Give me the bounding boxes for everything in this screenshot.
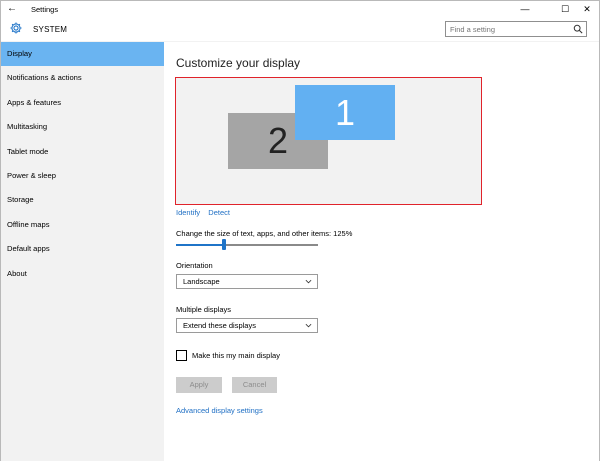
back-arrow-icon[interactable]: ← bbox=[7, 3, 17, 14]
section-title: SYSTEM bbox=[33, 25, 68, 34]
cancel-button[interactable]: Cancel bbox=[232, 377, 277, 393]
orientation-dropdown[interactable]: Landscape bbox=[176, 274, 318, 289]
close-button[interactable]: ✕ bbox=[573, 2, 600, 16]
detect-link[interactable]: Detect bbox=[208, 208, 230, 217]
scale-label: Change the size of text, apps, and other… bbox=[176, 229, 353, 238]
settings-header: SYSTEM bbox=[1, 17, 599, 41]
sidebar-nav: Display Notifications & actions Apps & f… bbox=[1, 42, 164, 461]
scale-slider-thumb[interactable] bbox=[222, 239, 227, 250]
sidebar-item-power-sleep[interactable]: Power & sleep bbox=[1, 164, 164, 188]
minimize-button[interactable]: — bbox=[511, 2, 539, 16]
settings-window: ← Settings — ☐ ✕ SYSTEM Display Notifica… bbox=[0, 0, 600, 461]
main-display-checkbox-label: Make this my main display bbox=[192, 351, 280, 360]
monitor-1[interactable]: 1 bbox=[295, 85, 395, 140]
identify-link[interactable]: Identify bbox=[176, 208, 200, 217]
main-display-checkbox[interactable] bbox=[176, 350, 187, 361]
search-icon[interactable] bbox=[573, 24, 583, 34]
chevron-down-icon bbox=[305, 323, 312, 328]
scale-slider-fill bbox=[176, 244, 225, 246]
apply-button[interactable]: Apply bbox=[176, 377, 222, 393]
sidebar-item-tablet-mode[interactable]: Tablet mode bbox=[1, 140, 164, 164]
sidebar-item-storage[interactable]: Storage bbox=[1, 188, 164, 212]
chevron-down-icon bbox=[305, 279, 312, 284]
multiple-displays-label: Multiple displays bbox=[176, 305, 232, 314]
sidebar-item-default-apps[interactable]: Default apps bbox=[1, 237, 164, 261]
gear-icon bbox=[10, 22, 22, 34]
sidebar-item-notifications[interactable]: Notifications & actions bbox=[1, 66, 164, 90]
display-arrangement: 2 1 bbox=[175, 77, 482, 205]
title-bar: ← Settings — ☐ ✕ bbox=[1, 1, 599, 17]
orientation-value: Landscape bbox=[183, 277, 220, 286]
window-title: Settings bbox=[31, 5, 59, 14]
main-pane: Customize your display 2 1 Identify Dete… bbox=[164, 42, 599, 461]
sidebar-item-about[interactable]: About bbox=[1, 262, 164, 286]
sidebar-item-apps-features[interactable]: Apps & features bbox=[1, 91, 164, 115]
search-box[interactable] bbox=[445, 21, 587, 37]
identify-detect-links: Identify Detect bbox=[176, 208, 230, 217]
sidebar-item-multitasking[interactable]: Multitasking bbox=[1, 115, 164, 139]
advanced-display-settings-link[interactable]: Advanced display settings bbox=[176, 406, 263, 415]
page-title: Customize your display bbox=[176, 56, 301, 70]
sidebar-item-offline-maps[interactable]: Offline maps bbox=[1, 213, 164, 237]
orientation-label: Orientation bbox=[176, 261, 213, 270]
search-input[interactable] bbox=[446, 22, 570, 36]
multiple-displays-value: Extend these displays bbox=[183, 321, 256, 330]
sidebar-item-display[interactable]: Display bbox=[1, 42, 164, 67]
multiple-displays-dropdown[interactable]: Extend these displays bbox=[176, 318, 318, 333]
